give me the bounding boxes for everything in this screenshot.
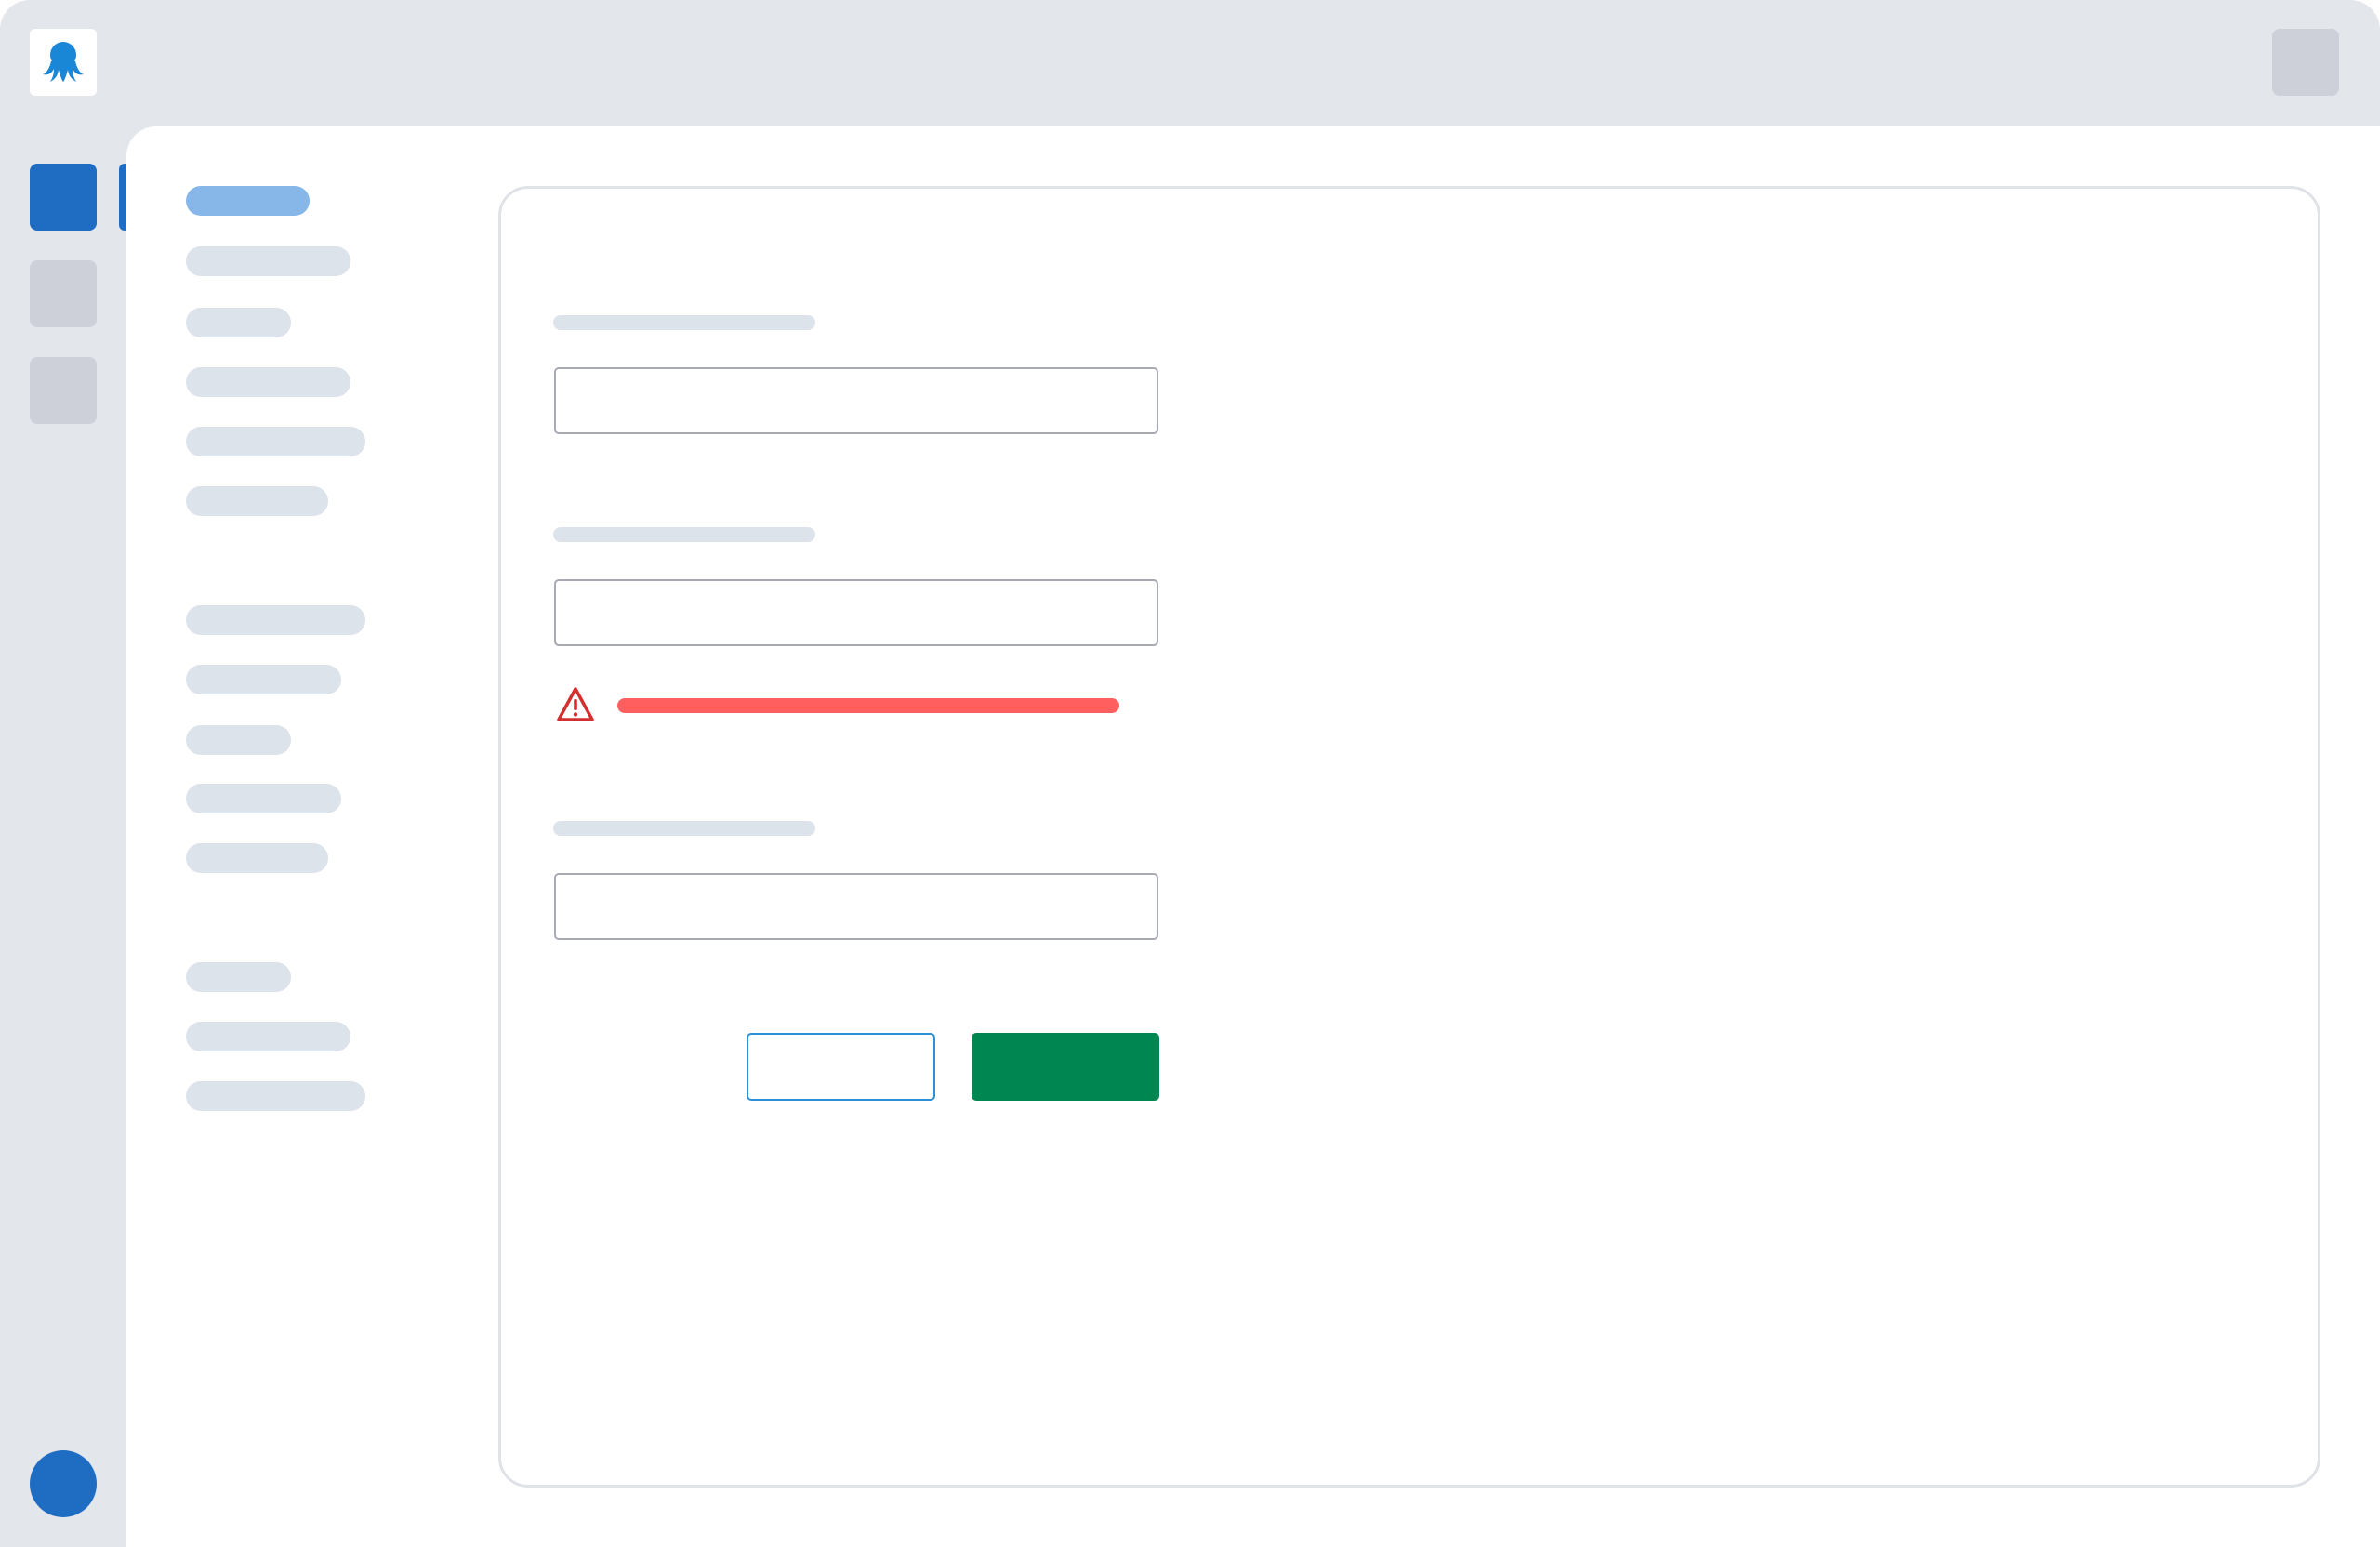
field-2-input[interactable] xyxy=(554,579,1158,646)
nav-item-10[interactable] xyxy=(186,784,341,813)
octopus-logo-icon xyxy=(43,42,84,82)
nav-item-13[interactable] xyxy=(186,1022,350,1051)
nav-item-7[interactable] xyxy=(186,605,365,635)
app-window xyxy=(0,0,2380,1547)
user-avatar[interactable] xyxy=(30,1450,97,1517)
cancel-button[interactable] xyxy=(747,1033,935,1101)
save-button[interactable] xyxy=(972,1033,1159,1101)
rail-item-1[interactable] xyxy=(30,164,97,231)
nav-item-2[interactable] xyxy=(186,246,350,276)
nav-item-3[interactable] xyxy=(186,308,291,337)
nav-item-1[interactable] xyxy=(186,186,310,216)
nav-item-6[interactable] xyxy=(186,486,328,516)
nav-item-11[interactable] xyxy=(186,843,328,873)
field-2-label xyxy=(553,527,815,542)
rail-item-3[interactable] xyxy=(30,357,97,424)
field-2-error xyxy=(556,686,595,723)
field-3-input[interactable] xyxy=(554,873,1158,940)
nav-item-12[interactable] xyxy=(186,962,291,992)
nav-item-9[interactable] xyxy=(186,725,291,755)
nav-item-14[interactable] xyxy=(186,1081,365,1111)
field-3-label xyxy=(553,821,815,836)
topbar-account-button[interactable] xyxy=(2272,29,2339,96)
field-1-input[interactable] xyxy=(554,367,1158,434)
field-2-error-message xyxy=(617,698,1119,713)
app-logo[interactable] xyxy=(30,29,97,96)
nav-item-5[interactable] xyxy=(186,427,365,456)
warning-triangle-icon xyxy=(557,687,594,721)
rail-item-2[interactable] xyxy=(30,260,97,327)
nav-item-8[interactable] xyxy=(186,665,341,694)
field-1-label xyxy=(553,315,815,330)
nav-item-4[interactable] xyxy=(186,367,350,397)
